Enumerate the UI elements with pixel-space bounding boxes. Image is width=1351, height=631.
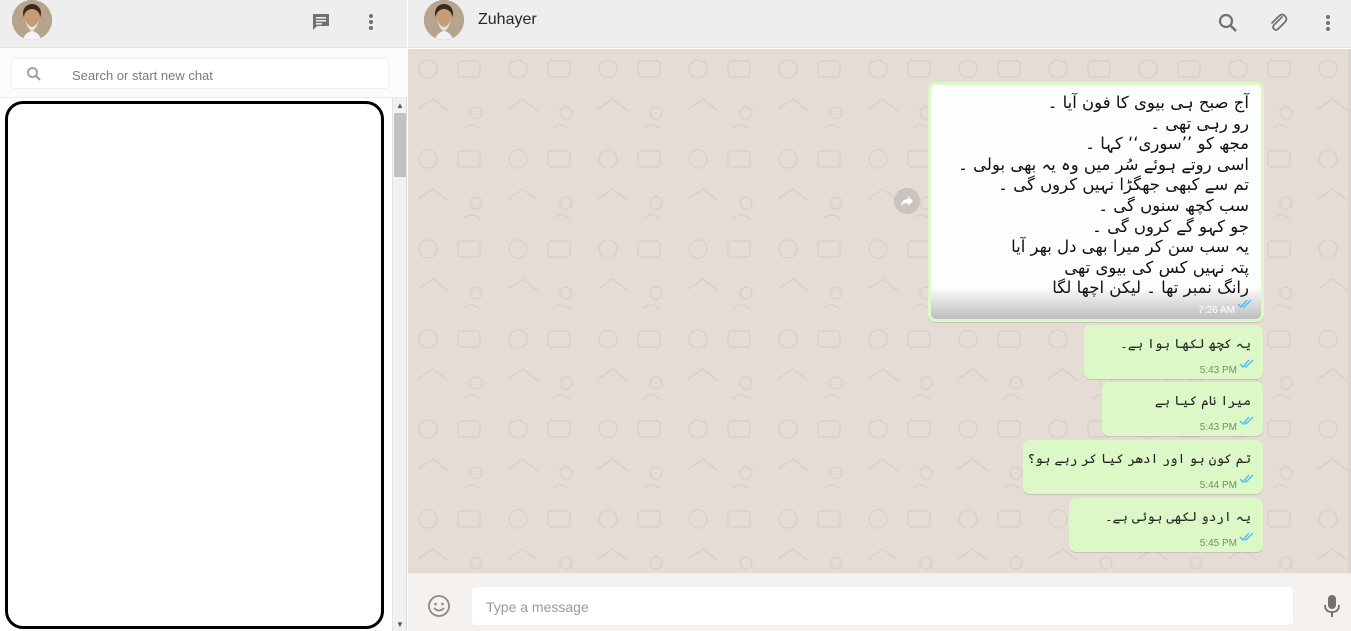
search-box[interactable] xyxy=(11,58,389,89)
search-icon xyxy=(26,66,42,87)
poem-line: یہ سب سن کر میرا بھی دل بھر آیا xyxy=(1011,237,1249,257)
chat-list[interactable] xyxy=(5,101,384,629)
message-time: 5:43 PM xyxy=(1199,422,1237,433)
poem-line: رو رہی تھی ۔ xyxy=(1150,113,1249,133)
microphone-icon[interactable] xyxy=(1320,594,1344,618)
message-bubble[interactable]: یہ اردو لکھی ہوئی ہے۔ 5:45 PM xyxy=(1069,498,1263,552)
message-input[interactable] xyxy=(486,597,1266,617)
message-text: یہ اردو لکھی ہوئی ہے۔ xyxy=(1104,510,1251,525)
emoji-icon[interactable] xyxy=(427,594,451,618)
profile-avatar[interactable] xyxy=(12,0,52,40)
message-time: 5:43 PM xyxy=(1199,365,1237,376)
attach-icon[interactable] xyxy=(1266,11,1290,35)
new-chat-icon[interactable] xyxy=(309,10,333,34)
chat-list-scrollbar[interactable]: ▲ ▼ xyxy=(392,98,406,631)
message-bubble[interactable]: تم کون ہو اور ادھر کیا کر رہے ہو؟ 5:44 P… xyxy=(1023,440,1263,494)
scroll-down-arrow[interactable]: ▼ xyxy=(394,618,406,630)
poem-line: پتہ نہیں کس کی بیوی تھی xyxy=(1064,257,1249,277)
sidebar-header xyxy=(0,0,407,48)
read-ticks-icon xyxy=(1239,529,1255,547)
message-bubble[interactable]: یہ کچھ لکھا ہوا ہے۔ 5:43 PM xyxy=(1084,325,1263,379)
message-text: تم کون ہو اور ادھر کیا کر رہے ہو؟ xyxy=(1027,452,1252,467)
conversation-pane: Zuhayer آج صبح ہی بیوی کا فون آیا ۔ رو ر… xyxy=(408,0,1351,631)
contact-name[interactable]: Zuhayer xyxy=(478,11,537,29)
message-input-box[interactable] xyxy=(471,586,1294,626)
message-text: یہ کچھ لکھا ہوا ہے۔ xyxy=(1120,337,1251,352)
scroll-thumb[interactable] xyxy=(394,113,406,177)
poem-line: مجھ کو ’’سوری‘‘ کہا ۔ xyxy=(1085,134,1249,154)
scroll-up-arrow[interactable]: ▲ xyxy=(394,99,406,111)
menu-icon[interactable] xyxy=(359,10,383,34)
poem-line: جو کہو گے کروں گی ۔ xyxy=(1092,216,1249,236)
image-message[interactable]: آج صبح ہی بیوی کا فون آیا ۔ رو رہی تھی ۔… xyxy=(928,82,1264,322)
poem-line: اسی روتے ہوئے سُر میں وہ یہ بھی بولی ۔ xyxy=(958,154,1249,174)
read-ticks-icon xyxy=(1239,471,1255,489)
image-poem-text: آج صبح ہی بیوی کا فون آیا ۔ رو رہی تھی ۔… xyxy=(958,93,1249,299)
menu-icon[interactable] xyxy=(1316,11,1340,35)
forward-button[interactable] xyxy=(894,188,920,214)
message-bubble[interactable]: میرا نام کیا ہے 5:43 PM xyxy=(1102,382,1263,436)
message-area[interactable]: آج صبح ہی بیوی کا فون آیا ۔ رو رہی تھی ۔… xyxy=(408,49,1348,573)
message-time: 5:44 PM xyxy=(1199,480,1237,491)
read-ticks-icon xyxy=(1239,356,1255,374)
sidebar: ▲ ▼ xyxy=(0,0,407,631)
poem-line: سب کچھ سنوں گی ۔ xyxy=(1098,195,1249,215)
search-input[interactable] xyxy=(72,65,372,85)
contact-avatar[interactable] xyxy=(424,0,464,40)
message-text: میرا نام کیا ہے xyxy=(1154,394,1251,409)
read-ticks-icon xyxy=(1237,296,1253,314)
message-time: 5:45 PM xyxy=(1199,538,1237,549)
compose-bar xyxy=(408,573,1351,631)
poem-line: آج صبح ہی بیوی کا فون آیا ۔ xyxy=(1047,93,1249,112)
poem-line: تم سے کبھی جھگڑا نہیں کروں گی ۔ xyxy=(998,175,1249,195)
message-time: 7:26 AM xyxy=(1198,305,1235,316)
conversation-header: Zuhayer xyxy=(408,0,1351,48)
image-content[interactable]: آج صبح ہی بیوی کا فون آیا ۔ رو رہی تھی ۔… xyxy=(931,85,1261,319)
search-icon[interactable] xyxy=(1216,11,1240,35)
read-ticks-icon xyxy=(1239,413,1255,431)
search-bar xyxy=(0,49,407,98)
